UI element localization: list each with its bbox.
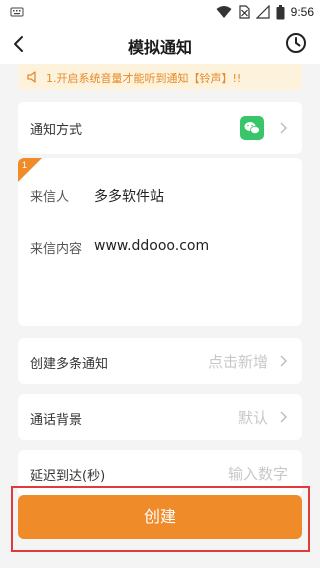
call-background-row[interactable]: 通话背景 默认 bbox=[18, 394, 302, 440]
multi-notify-label: 创建多条通知 bbox=[30, 357, 109, 372]
battery-icon bbox=[276, 4, 285, 19]
history-clock-icon[interactable] bbox=[284, 31, 308, 55]
multi-notify-action[interactable]: 点击新增 bbox=[208, 351, 268, 372]
delay-label: 延迟到达(秒) bbox=[30, 469, 106, 484]
status-bar: 9:56 bbox=[0, 0, 320, 24]
notify-method-row[interactable]: 通知方式 bbox=[18, 102, 302, 154]
message-index-number: 1 bbox=[22, 160, 28, 170]
keyboard-icon bbox=[10, 7, 24, 17]
volume-notice-banner: 1.开启系统音量才能听到通知【铃声】!! bbox=[18, 64, 302, 90]
chevron-right-icon bbox=[280, 122, 287, 134]
content-input[interactable]: www.ddooo.com bbox=[94, 238, 209, 254]
multi-notify-row[interactable]: 创建多条通知 点击新增 bbox=[18, 338, 302, 384]
call-background-value[interactable]: 默认 bbox=[238, 407, 268, 428]
content-label: 来信内容 bbox=[30, 242, 83, 257]
sender-label: 来信人 bbox=[30, 190, 70, 205]
message-card: 1 来信人 多多软件站 来信内容 www.ddooo.com bbox=[18, 158, 302, 326]
delay-input[interactable]: 输入数字 bbox=[228, 463, 288, 484]
chevron-right-icon bbox=[280, 411, 287, 423]
wechat-icon bbox=[240, 116, 264, 140]
wifi-icon bbox=[216, 6, 232, 18]
page-title: 模拟通知 bbox=[127, 38, 192, 57]
notify-method-label: 通知方式 bbox=[30, 123, 83, 138]
chevron-right-icon bbox=[280, 355, 287, 367]
sender-input[interactable]: 多多软件站 bbox=[94, 186, 164, 206]
call-background-label: 通话背景 bbox=[30, 413, 83, 428]
speaker-icon bbox=[27, 71, 36, 83]
signal-icon bbox=[255, 5, 270, 19]
notice-text: 1.开启系统音量才能听到通知【铃声】!! bbox=[46, 72, 242, 85]
status-time: 9:56 bbox=[290, 5, 314, 19]
nav-bar: 模拟通知 bbox=[0, 24, 320, 64]
create-button[interactable]: 创建 bbox=[18, 495, 302, 539]
no-sim-icon bbox=[239, 5, 250, 19]
